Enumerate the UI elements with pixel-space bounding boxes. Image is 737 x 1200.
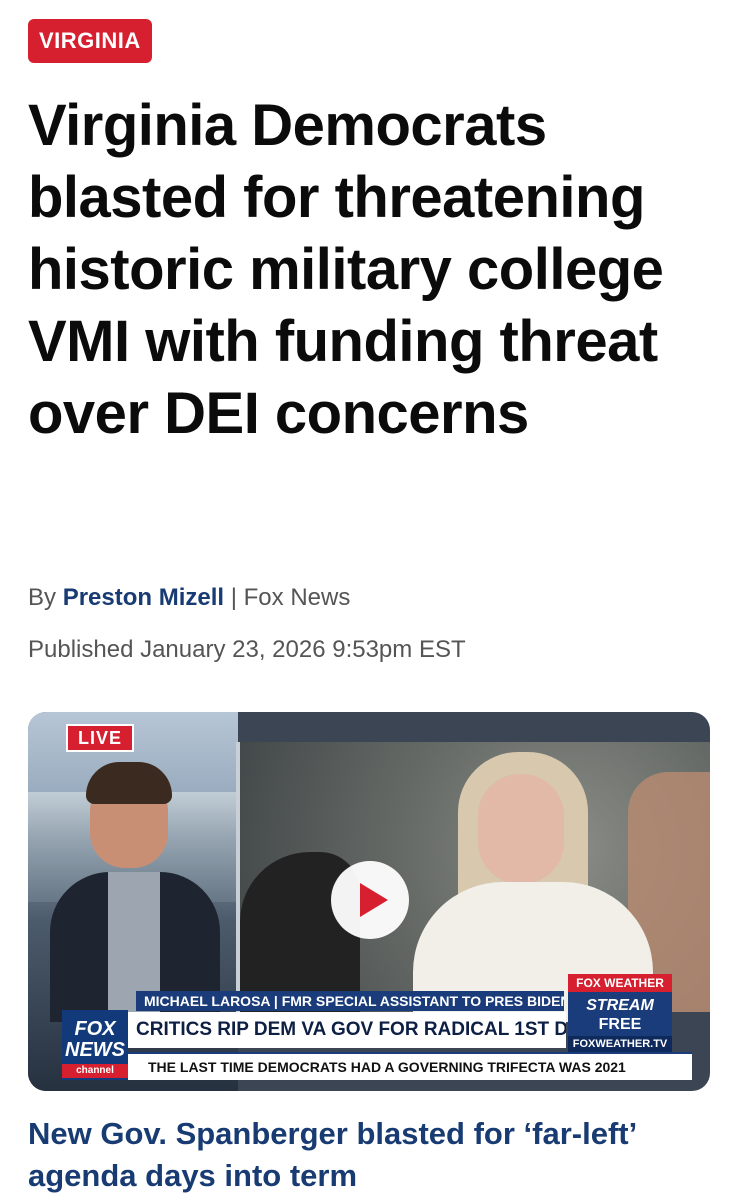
weather-url: FOXWEATHER.TV — [568, 1036, 672, 1052]
fox-news-logo: FOX NEWS channel — [62, 1010, 128, 1080]
section-tag[interactable]: VIRGINIA — [28, 19, 152, 63]
logo-line-3: channel — [62, 1064, 128, 1078]
lower-third-name: MICHAEL LAROSA | FMR SPECIAL ASSISTANT T… — [136, 991, 564, 1011]
weather-stream: STREAM — [586, 997, 654, 1014]
logo-line-2: NEWS — [65, 1039, 125, 1061]
lower-third-headline: CRITICS RIP DEM VA GOV FOR RADICAL 1ST D… — [128, 1012, 566, 1048]
byline-prefix: By — [28, 584, 57, 611]
logo-line-1: FOX — [74, 1018, 116, 1040]
author-link[interactable]: Preston Mizell — [63, 584, 224, 611]
play-icon — [360, 883, 388, 917]
live-badge: LIVE — [66, 724, 135, 752]
video-player[interactable]: LIVE MICHAEL LAROSA | FMR SPECIAL ASSIST… — [28, 712, 710, 1091]
play-button[interactable] — [331, 861, 409, 939]
article-headline: Virginia Democrats blasted for threateni… — [28, 93, 664, 446]
name-bar-text: MICHAEL LAROSA | FMR SPECIAL ASSISTANT T… — [144, 993, 564, 1009]
split-divider — [236, 742, 240, 1012]
published-date: Published January 23, 2026 9:53pm EST — [28, 636, 466, 663]
byline: By Preston Mizell | Fox News — [28, 584, 350, 612]
weather-free: FREE — [598, 1016, 642, 1033]
man-hair — [86, 762, 172, 804]
byline-separator: | — [230, 584, 237, 611]
woman-head — [478, 774, 564, 884]
byline-outlet: Fox News — [243, 584, 351, 611]
news-ticker: THE LAST TIME DEMOCRATS HAD A GOVERNING … — [128, 1052, 692, 1080]
video-caption-link[interactable]: New Gov. Spanberger blasted for ‘far-lef… — [28, 1113, 718, 1197]
weather-brand: FOX WEATHER — [568, 974, 672, 992]
fox-weather-promo: FOX WEATHER STREAM FREE FOXWEATHER.TV — [568, 974, 672, 1054]
